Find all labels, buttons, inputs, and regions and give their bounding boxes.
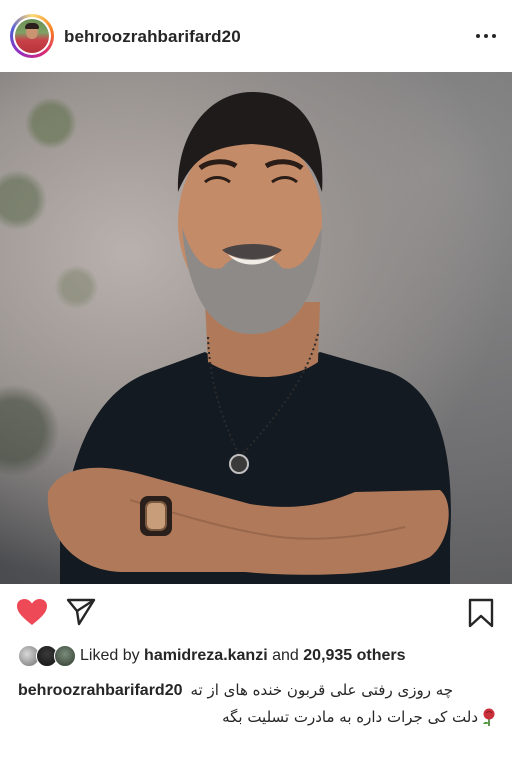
liked-by-and: and — [272, 647, 299, 664]
liked-by-prefix: Liked by — [80, 647, 140, 664]
more-horizontal-icon[interactable] — [476, 28, 496, 44]
share-icon[interactable] — [66, 598, 96, 631]
liked-by-user[interactable]: hamidreza.kanzi — [144, 647, 268, 665]
caption-text-line1: چه روزی رفتی علی قربون خنده های از ته — [190, 681, 454, 699]
bookmark-icon[interactable] — [468, 598, 494, 633]
caption-text-line2: دلت کی جرات داره به مادرت تسلیت بگه — [222, 708, 478, 726]
post-photo[interactable] — [0, 72, 512, 584]
likes-summary[interactable]: Liked by hamidreza.kanzi and 20,935 othe… — [18, 644, 406, 668]
rose-emoji-icon — [480, 707, 498, 727]
liker-avatars — [18, 645, 76, 667]
heart-icon[interactable] — [16, 598, 48, 631]
action-bar — [0, 584, 512, 640]
post-username[interactable]: behroozrahbarifard20 — [64, 27, 241, 47]
post-header: behroozrahbarifard20 — [0, 0, 512, 72]
profile-avatar[interactable] — [10, 14, 54, 58]
liked-by-count[interactable]: 20,935 others — [303, 647, 405, 665]
caption-username[interactable]: behroozrahbarifard20 — [18, 678, 182, 704]
post-caption: behroozrahbarifard20 چه روزی رفتی علی قر… — [18, 677, 498, 730]
